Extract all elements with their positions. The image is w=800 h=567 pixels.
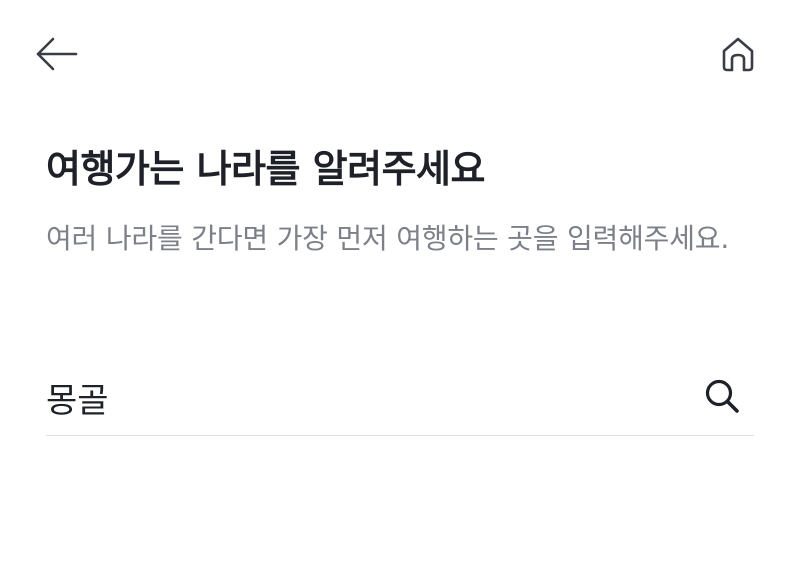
search-field: [46, 364, 754, 436]
home-icon: [719, 35, 757, 73]
search-icon: [702, 376, 742, 416]
page-subtitle: 여러 나라를 간다면 가장 먼저 여행하는 곳을 입력해주세요.: [46, 222, 730, 255]
home-button[interactable]: [710, 26, 766, 82]
page-title: 여행가는 나라를 알려주세요: [46, 147, 485, 191]
search-input[interactable]: [46, 368, 666, 426]
back-button[interactable]: [28, 26, 84, 82]
arrow-left-icon: [34, 36, 78, 72]
top-bar: [0, 0, 800, 110]
search-button[interactable]: [698, 372, 746, 420]
